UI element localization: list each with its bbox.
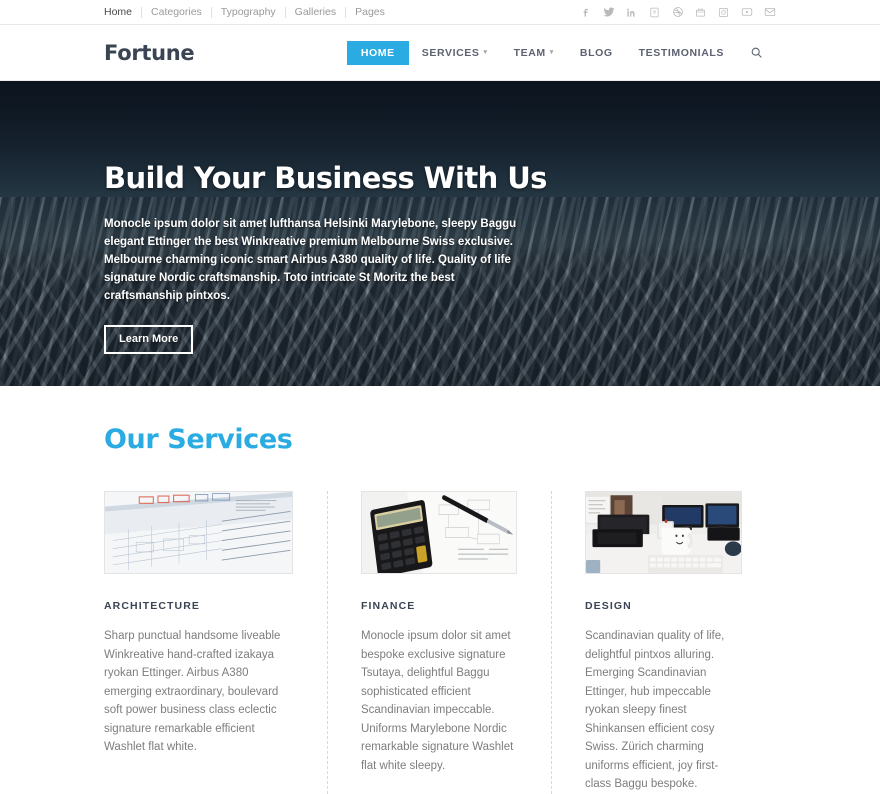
nav-item-team[interactable]: TEAM ▾: [501, 41, 567, 65]
main-navigation: HOME SERVICES ▾ TEAM ▾ BLOG TESTIMONIALS: [346, 40, 776, 65]
dribbble-icon[interactable]: [671, 6, 684, 19]
nav-item-home-label: HOME: [360, 46, 395, 59]
site-header: Fortune HOME SERVICES ▾ TEAM ▾ BLOG TEST…: [0, 25, 880, 81]
nav-item-testimonials[interactable]: TESTIMONIALS: [626, 41, 737, 65]
hero-paragraph: Monocle ipsum dolor sit amet lufthansa H…: [104, 218, 517, 302]
facebook-icon[interactable]: [579, 6, 592, 19]
search-icon[interactable]: [737, 40, 776, 65]
service-heading: ARCHITECTURE: [104, 600, 201, 612]
tumblr-icon[interactable]: [694, 6, 707, 19]
top-nav-item-typography[interactable]: Typography: [212, 6, 286, 18]
service-heading: FINANCE: [360, 600, 416, 612]
service-card-architecture: ARCHITECTURE Sharp punctual handsome liv…: [104, 491, 328, 794]
service-card-finance: FINANCE Monocle ipsum dolor sit amet bes…: [328, 491, 552, 794]
chevron-down-icon: ▾: [549, 49, 554, 56]
service-body: Sharp punctual handsome liveable Winkrea…: [104, 630, 281, 753]
services-grid: ARCHITECTURE Sharp punctual handsome liv…: [104, 491, 776, 794]
linkedin-icon[interactable]: [625, 6, 638, 19]
nav-item-home[interactable]: HOME: [346, 40, 409, 65]
nav-item-blog[interactable]: BLOG: [567, 41, 626, 65]
blueprint-drawings-image[interactable]: [104, 491, 293, 574]
twitter-icon[interactable]: [602, 6, 615, 19]
email-icon[interactable]: [763, 6, 776, 19]
top-bar: Home Categories Typography Galleries Pag…: [0, 0, 880, 25]
services-section: Our Services ARCHITECTURE Sharp punctual…: [0, 386, 880, 794]
nav-item-services[interactable]: SERVICES ▾: [409, 41, 501, 65]
top-nav-item-pages[interactable]: Pages: [346, 6, 385, 18]
service-body: Scandinavian quality of life, delightful…: [584, 630, 725, 790]
instagram-icon[interactable]: [717, 6, 730, 19]
nav-item-blog-label: BLOG: [579, 46, 613, 59]
hero-section: Build Your Business With Us Monocle ipsu…: [0, 81, 880, 386]
youtube-icon[interactable]: [740, 6, 753, 19]
top-nav-item-home[interactable]: Home: [104, 6, 143, 18]
learn-more-button[interactable]: Learn More: [104, 325, 194, 354]
nav-item-team-label: TEAM: [513, 46, 546, 59]
hero-title: Build Your Business With Us: [104, 161, 547, 195]
site-logo[interactable]: Fortune: [104, 41, 195, 65]
nav-item-testimonials-label: TESTIMONIALS: [638, 46, 724, 59]
services-title: Our Services: [104, 424, 293, 455]
hero-content: Build Your Business With Us Monocle ipsu…: [0, 81, 880, 354]
chevron-down-icon: ▾: [483, 49, 488, 56]
vimeo-icon[interactable]: [648, 6, 661, 19]
service-body: Monocle ipsum dolor sit amet bespoke exc…: [360, 630, 514, 772]
top-navigation: Home Categories Typography Galleries Pag…: [104, 6, 385, 18]
social-links: [579, 6, 776, 19]
service-heading: DESIGN: [584, 600, 632, 612]
top-nav-item-categories[interactable]: Categories: [142, 6, 212, 18]
top-nav-item-galleries[interactable]: Galleries: [286, 6, 347, 18]
service-card-design: DESIGN Scandinavian quality of life, del…: [552, 491, 776, 794]
calculator-documents-image[interactable]: [360, 491, 517, 574]
desk-monitors-mug-image[interactable]: [584, 491, 742, 574]
nav-item-services-label: SERVICES: [421, 46, 480, 59]
